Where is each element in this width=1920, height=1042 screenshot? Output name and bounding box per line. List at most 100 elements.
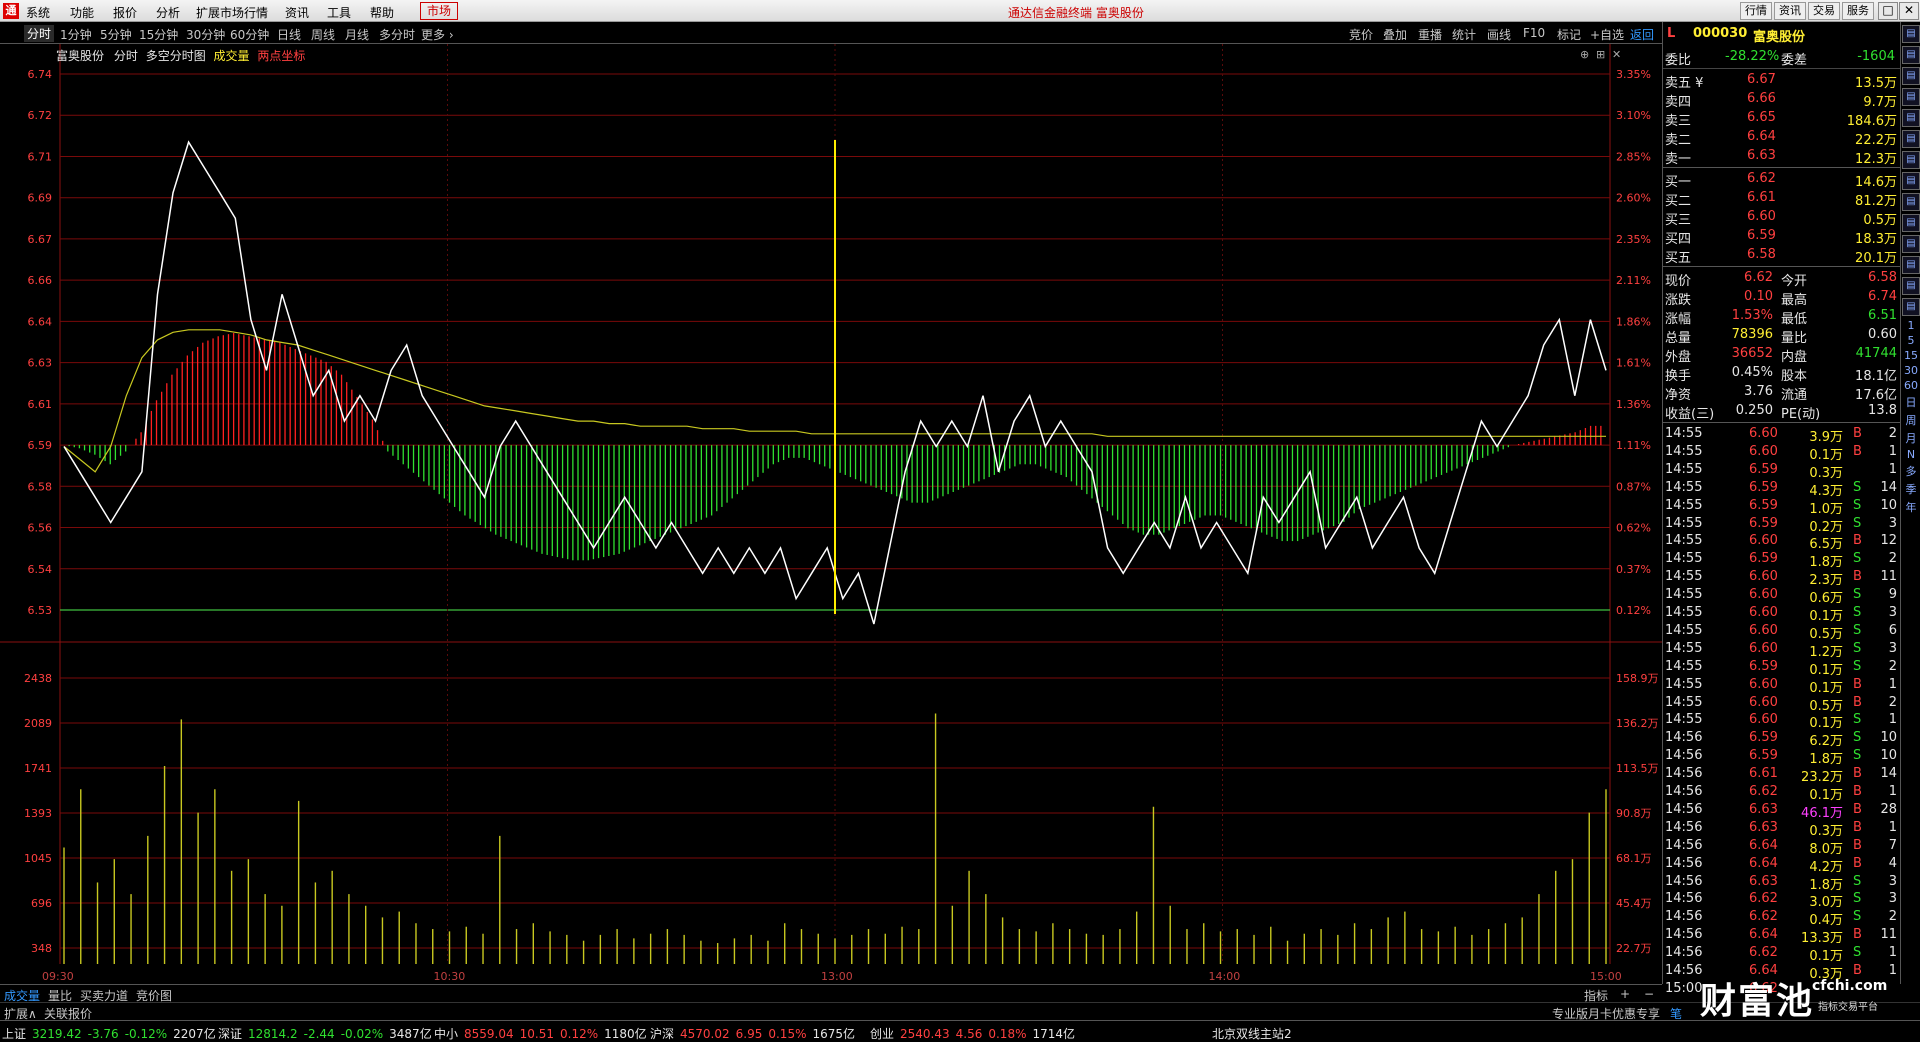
menu-item-help[interactable]: 帮助 xyxy=(370,4,394,21)
index-amount: 1714亿 xyxy=(1032,1027,1076,1041)
toolbar-f10[interactable]: F10 xyxy=(1523,26,1545,40)
sidebar-tool-icon[interactable]: ▤ xyxy=(1902,172,1920,190)
sidebar-period-link[interactable]: 年 xyxy=(1902,499,1920,515)
tab-intraday[interactable]: 分时 xyxy=(24,25,55,42)
tick-side: S xyxy=(1853,640,1862,656)
ask-row[interactable]: 卖一 6.63 12.3万 xyxy=(1663,147,1901,167)
tab-more[interactable]: 更多 › xyxy=(421,26,454,43)
sidebar-tool-icon[interactable]: ▤ xyxy=(1902,88,1920,106)
ask-row[interactable]: 卖二 6.64 22.2万 xyxy=(1663,128,1901,148)
tab-multi-intraday[interactable]: 多分时 xyxy=(379,26,415,43)
stat-value: 3.76 xyxy=(1744,384,1773,399)
index-name: 创业 xyxy=(870,1027,895,1041)
sidebar-tool-icon[interactable]: ▤ xyxy=(1902,46,1920,64)
bid-row[interactable]: 买三 6.60 0.5万 xyxy=(1663,208,1901,228)
tick-count: 3 xyxy=(1888,873,1897,889)
sidebar-tool-icon[interactable]: ▤ xyxy=(1902,67,1920,85)
quote-button[interactable]: 行情 xyxy=(1740,2,1772,20)
sidebar-tool-icon[interactable]: ▤ xyxy=(1902,193,1920,211)
tab-daily[interactable]: 日线 xyxy=(277,26,301,43)
sidebar-period-link[interactable]: 5 xyxy=(1902,334,1920,347)
menu-item-news[interactable]: 资讯 xyxy=(285,4,309,21)
tick-price: 6.60 xyxy=(1749,712,1778,728)
menu-item-ext-market[interactable]: 扩展市场行情 xyxy=(196,4,268,21)
sidebar-period-link[interactable]: 1 xyxy=(1902,319,1920,332)
tab-60min[interactable]: 60分钟 xyxy=(230,26,269,43)
bid-row[interactable]: 买五 6.58 20.1万 xyxy=(1663,246,1901,266)
chart-canvas[interactable]: 6.74 3.35% 6.72 3.10% 6.71 2.85% 6.69 2.60% 6.67… xyxy=(0,44,1662,984)
sidebar-period-link[interactable]: 多 xyxy=(1902,463,1920,479)
tab-1min[interactable]: 1分钟 xyxy=(60,26,92,43)
tick-count: 6 xyxy=(1888,622,1897,638)
tab-weekly[interactable]: 周线 xyxy=(311,26,335,43)
bid-row[interactable]: 买一 6.62 14.6万 xyxy=(1663,170,1901,190)
sidebar-period-link[interactable]: 季 xyxy=(1902,481,1920,497)
sidebar-tool-icon[interactable]: ▤ xyxy=(1902,130,1920,148)
tab-5min[interactable]: 5分钟 xyxy=(100,26,132,43)
bid-row[interactable]: 买二 6.61 81.2万 xyxy=(1663,189,1901,209)
toolbar-replay[interactable]: 重播 xyxy=(1418,26,1442,43)
sidebar-period-link[interactable]: 30 xyxy=(1902,364,1920,377)
ask-row[interactable]: 卖五 ¥ 6.67 13.5万 xyxy=(1663,71,1901,91)
market-button[interactable]: 市场 xyxy=(420,2,459,20)
trade-button[interactable]: 交易 xyxy=(1808,2,1840,20)
intraday-chart[interactable]: 6.74 3.35% 6.72 3.10% 6.71 2.85% 6.69 2.60% 6.67… xyxy=(0,44,1662,984)
sidebar-tool-icon[interactable]: ▤ xyxy=(1902,256,1920,274)
toolbar-overlay[interactable]: 叠加 xyxy=(1383,26,1407,43)
index-ticker[interactable]: 沪深 4570.02 6.95 0.15% 1675亿 xyxy=(650,1025,861,1042)
sidebar-tool-icon[interactable]: ▤ xyxy=(1902,235,1920,253)
sidebar-period-link[interactable]: N xyxy=(1902,448,1920,461)
sidebar-tool-icon[interactable]: ▤ xyxy=(1902,151,1920,169)
news-button[interactable]: 资讯 xyxy=(1774,2,1806,20)
toolbar-add-watchlist[interactable]: +自选 xyxy=(1590,26,1624,43)
tick-row: 14:55 6.59 4.3万 S 14 xyxy=(1663,479,1901,499)
tick-count: 10 xyxy=(1880,730,1897,746)
index-ticker[interactable]: 上证 3219.42 -3.76 -0.12% 2207亿 xyxy=(2,1025,222,1042)
tab-15min[interactable]: 15分钟 xyxy=(139,26,178,43)
time-tick-label: 10:30 xyxy=(434,970,466,983)
menu-item-analysis[interactable]: 分析 xyxy=(156,4,180,21)
sidebar-period-link[interactable]: 月 xyxy=(1902,430,1920,446)
sidebar-tool-icon[interactable]: ▤ xyxy=(1902,214,1920,232)
zoom-in-button[interactable]: + xyxy=(1620,987,1630,1001)
menu-item-system[interactable]: 系统 xyxy=(26,4,50,21)
tick-row: 14:56 6.59 6.2万 S 10 xyxy=(1663,729,1901,749)
ask-row[interactable]: 卖四 6.66 9.7万 xyxy=(1663,90,1901,110)
toolbar-draw[interactable]: 画线 xyxy=(1487,26,1511,43)
tab-monthly[interactable]: 月线 xyxy=(345,26,369,43)
index-ticker[interactable]: 创业 2540.43 4.56 0.18% 1714亿 xyxy=(870,1025,1081,1042)
menu-item-tools[interactable]: 工具 xyxy=(327,4,351,21)
sidebar-period-link[interactable]: 60 xyxy=(1902,379,1920,392)
menu-item-function[interactable]: 功能 xyxy=(70,4,94,21)
sidebar-tool-icon[interactable]: ▤ xyxy=(1902,25,1920,43)
sidebar-tool-icon[interactable]: ▤ xyxy=(1902,109,1920,127)
sidebar-tool-icon[interactable]: ▤ xyxy=(1902,277,1920,295)
close-button[interactable]: ✕ xyxy=(1899,2,1919,20)
sidebar-period-link[interactable]: 15 xyxy=(1902,349,1920,362)
tab-30min[interactable]: 30分钟 xyxy=(186,26,225,43)
tick-price: 6.64 xyxy=(1749,927,1778,943)
bid-volume: 0.5万 xyxy=(1863,213,1897,228)
two-point-coordinate-label[interactable]: 两点坐标 xyxy=(257,49,305,63)
index-ticker[interactable]: 中小 8559.04 10.51 0.12% 1180亿 xyxy=(434,1025,653,1042)
menu-item-quote[interactable]: 报价 xyxy=(113,4,137,21)
service-button[interactable]: 服务 xyxy=(1842,2,1874,20)
sidebar-tool-icon[interactable]: ▤ xyxy=(1902,298,1920,316)
zoom-out-button[interactable]: − xyxy=(1644,987,1654,1001)
sidebar-period-link[interactable]: 周 xyxy=(1902,412,1920,428)
maximize-button[interactable]: □ xyxy=(1878,2,1898,20)
sidebar-period-link[interactable]: 日 xyxy=(1902,394,1920,410)
toolbar-mark[interactable]: 标记 xyxy=(1557,26,1581,43)
weicha-value: -1604 xyxy=(1857,49,1895,64)
tick-side: B xyxy=(1853,837,1862,853)
tick-row: 14:55 6.60 2.3万 B 11 xyxy=(1663,568,1901,588)
index-ticker[interactable]: 深证 12814.2 -2.44 -0.02% 3487亿 xyxy=(218,1025,438,1042)
bid-row[interactable]: 买四 6.59 18.3万 xyxy=(1663,227,1901,247)
back-button[interactable]: 返回 xyxy=(1630,26,1654,43)
index-percent: -0.12% xyxy=(124,1027,168,1041)
toolbar-stats[interactable]: 统计 xyxy=(1452,26,1476,43)
tick-row: 14:55 6.60 0.1万 S 3 xyxy=(1663,604,1901,624)
ask-row[interactable]: 卖三 6.65 184.6万 xyxy=(1663,109,1901,129)
toolbar-auction[interactable]: 竞价 xyxy=(1349,26,1373,43)
stat-value: 6.74 xyxy=(1868,289,1897,304)
